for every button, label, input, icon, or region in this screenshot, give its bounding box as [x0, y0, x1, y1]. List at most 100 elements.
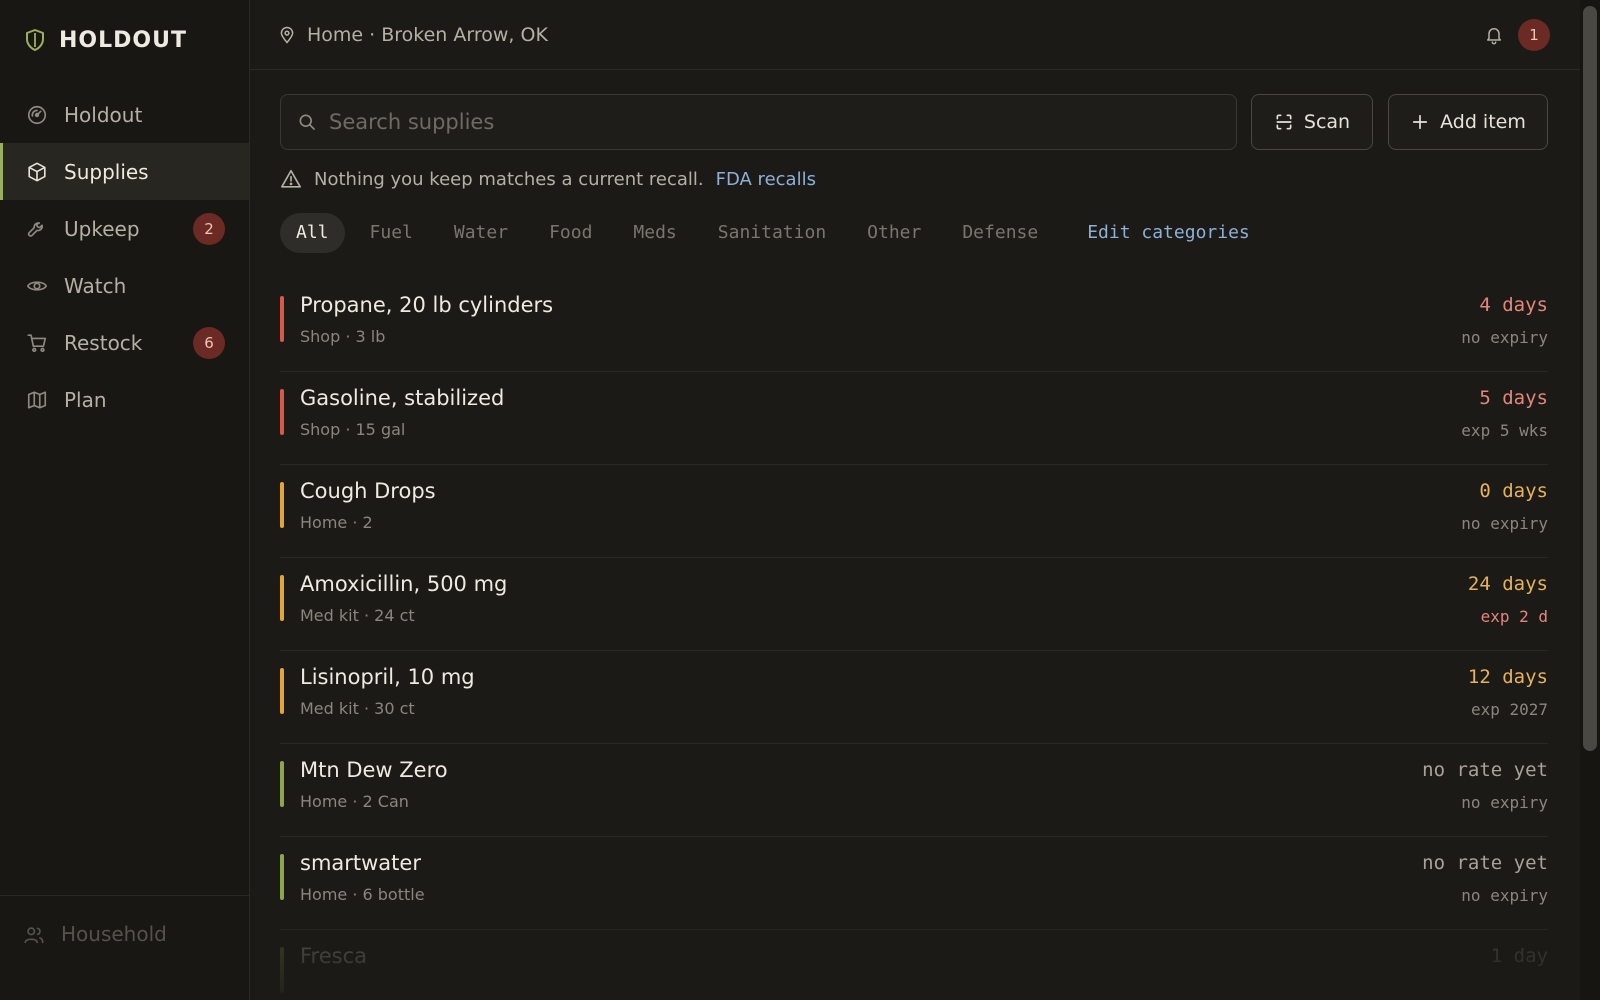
expiry-text: no expiry [1461, 886, 1548, 905]
filter-defense[interactable]: Defense [946, 213, 1054, 253]
supply-row[interactable]: Mtn Dew Zero Home · 2 Can no rate yet no… [280, 744, 1548, 837]
sidebar-item-restock[interactable]: Restock 6 [0, 314, 249, 371]
box-icon [28, 161, 46, 182]
scrollbar-thumb[interactable] [1583, 6, 1597, 751]
search-icon [299, 114, 315, 130]
sidebar-item-watch[interactable]: Watch [0, 257, 249, 314]
location-label: Home · Broken Arrow, OK [307, 23, 548, 46]
supply-meta: Med kit · 24 ct [300, 606, 415, 625]
days-remaining: 12 days [1467, 666, 1548, 688]
supply-row[interactable]: Gasoline, stabilized Shop · 15 gal 5 day… [280, 372, 1548, 465]
sidebar-nav: Holdout Supplies Upkeep 2 Watch Restock … [0, 86, 249, 428]
edit-categories-link[interactable]: Edit categories [1071, 213, 1266, 253]
supply-row[interactable]: Amoxicillin, 500 mg Med kit · 24 ct 24 d… [280, 558, 1548, 651]
search-row: Scan Add item [280, 94, 1548, 150]
supply-meta: Shop · 15 gal [300, 420, 406, 439]
supply-name: Propane, 20 lb cylinders [300, 293, 554, 317]
supply-row[interactable]: smartwater Home · 6 bottle no rate yet n… [280, 837, 1548, 930]
category-filters: All Fuel Water Food Meds Sanitation Othe… [280, 213, 1275, 253]
supply-row[interactable]: Propane, 20 lb cylinders Shop · 3 lb 4 d… [280, 279, 1548, 372]
users-icon [24, 927, 44, 944]
days-remaining: no rate yet [1422, 759, 1548, 781]
sidebar-item-household[interactable]: Household [0, 895, 249, 1000]
status-bar [280, 575, 284, 621]
supply-meta: Home · 2 [300, 513, 373, 532]
app-root: HOLDOUT Holdout Supplies Upkeep 2 Watch … [0, 0, 1600, 1000]
add-item-button[interactable]: Add item [1388, 94, 1548, 150]
sidebar-item-supplies[interactable]: Supplies [0, 143, 249, 200]
scan-icon [1276, 114, 1292, 130]
status-bar [280, 482, 284, 528]
status-bar [280, 947, 284, 993]
sidebar-item-label: Upkeep [64, 216, 140, 241]
supplies-list: Propane, 20 lb cylinders Shop · 3 lb 4 d… [280, 279, 1548, 1000]
sidebar-footer-label: Household [61, 922, 167, 946]
filter-fuel[interactable]: Fuel [354, 213, 429, 253]
days-remaining: 5 days [1479, 387, 1548, 409]
expiry-text: no expiry [1461, 793, 1548, 812]
status-bar [280, 296, 284, 342]
supply-name: Amoxicillin, 500 mg [300, 572, 508, 596]
filter-other[interactable]: Other [851, 213, 937, 253]
search-box [280, 94, 1237, 150]
sidebar-item-upkeep[interactable]: Upkeep 2 [0, 200, 249, 257]
expiry-text: no expiry [1461, 514, 1548, 533]
recall-notice: Nothing you keep matches a current recal… [280, 168, 816, 190]
supply-name: Mtn Dew Zero [300, 758, 448, 782]
filter-all[interactable]: All [280, 213, 345, 253]
supply-name: Cough Drops [300, 479, 436, 503]
filter-water[interactable]: Water [438, 213, 524, 253]
add-item-button-label: Add item [1440, 111, 1526, 133]
map-icon [27, 390, 47, 409]
sidebar-item-label: Holdout [64, 102, 143, 127]
expiry-text: exp 5 wks [1461, 421, 1548, 440]
sidebar-item-label: Watch [64, 273, 127, 298]
supply-name: Gasoline, stabilized [300, 386, 505, 410]
expiry-text: exp 2027 [1470, 700, 1548, 719]
upkeep-count-badge: 2 [193, 212, 225, 245]
wrench-icon [27, 221, 43, 237]
notification-count-badge: 1 [1518, 19, 1550, 51]
sidebar-item-plan[interactable]: Plan [0, 371, 249, 428]
filter-meds[interactable]: Meds [617, 213, 692, 253]
expiry-text: exp 2 d [1480, 607, 1548, 626]
notifications[interactable]: 1 [1484, 19, 1550, 51]
sidebar-item-label: Plan [64, 387, 107, 412]
expiry-text: no expiry [1461, 328, 1548, 347]
brand[interactable]: HOLDOUT [0, 0, 249, 80]
supply-name: smartwater [300, 851, 421, 875]
days-remaining: no rate yet [1422, 852, 1548, 874]
days-remaining: 4 days [1479, 294, 1548, 316]
sidebar: HOLDOUT Holdout Supplies Upkeep 2 Watch … [0, 0, 250, 1000]
recall-message: Nothing you keep matches a current recal… [314, 168, 704, 190]
supply-row[interactable]: Cough Drops Home · 2 0 days no expiry [280, 465, 1548, 558]
supply-row[interactable]: Lisinopril, 10 mg Med kit · 30 ct 12 day… [280, 651, 1548, 744]
sidebar-item-label: Supplies [64, 159, 149, 184]
location-selector[interactable]: Home · Broken Arrow, OK [278, 24, 548, 46]
status-bar [280, 668, 284, 714]
status-bar [280, 854, 284, 900]
main-panel: Home · Broken Arrow, OK 1 Scan [250, 0, 1600, 1000]
supply-meta: Med kit · 30 ct [300, 699, 415, 718]
filter-food[interactable]: Food [533, 213, 608, 253]
fda-recalls-link[interactable]: FDA recalls [716, 169, 816, 190]
sidebar-item-holdout[interactable]: Holdout [0, 86, 249, 143]
scan-button[interactable]: Scan [1251, 94, 1373, 150]
days-remaining: 0 days [1479, 480, 1548, 502]
gauge-icon [27, 105, 47, 124]
topbar: Home · Broken Arrow, OK 1 [250, 0, 1580, 70]
status-bar [280, 389, 284, 435]
filter-sanitation[interactable]: Sanitation [702, 213, 842, 253]
warning-triangle-icon [281, 169, 301, 188]
location-pin-icon [280, 26, 294, 44]
supply-row[interactable]: Fresca 1 day [280, 930, 1548, 1000]
sidebar-item-label: Restock [64, 330, 143, 355]
restock-count-badge: 6 [193, 326, 225, 359]
plus-icon [1413, 114, 1428, 130]
brand-name: HOLDOUT [59, 27, 187, 53]
search-input[interactable] [329, 110, 1236, 134]
supply-meta: Home · 6 bottle [300, 885, 425, 904]
days-remaining: 24 days [1467, 573, 1548, 595]
scan-button-label: Scan [1303, 111, 1351, 133]
scrollbar[interactable] [1580, 0, 1600, 1000]
